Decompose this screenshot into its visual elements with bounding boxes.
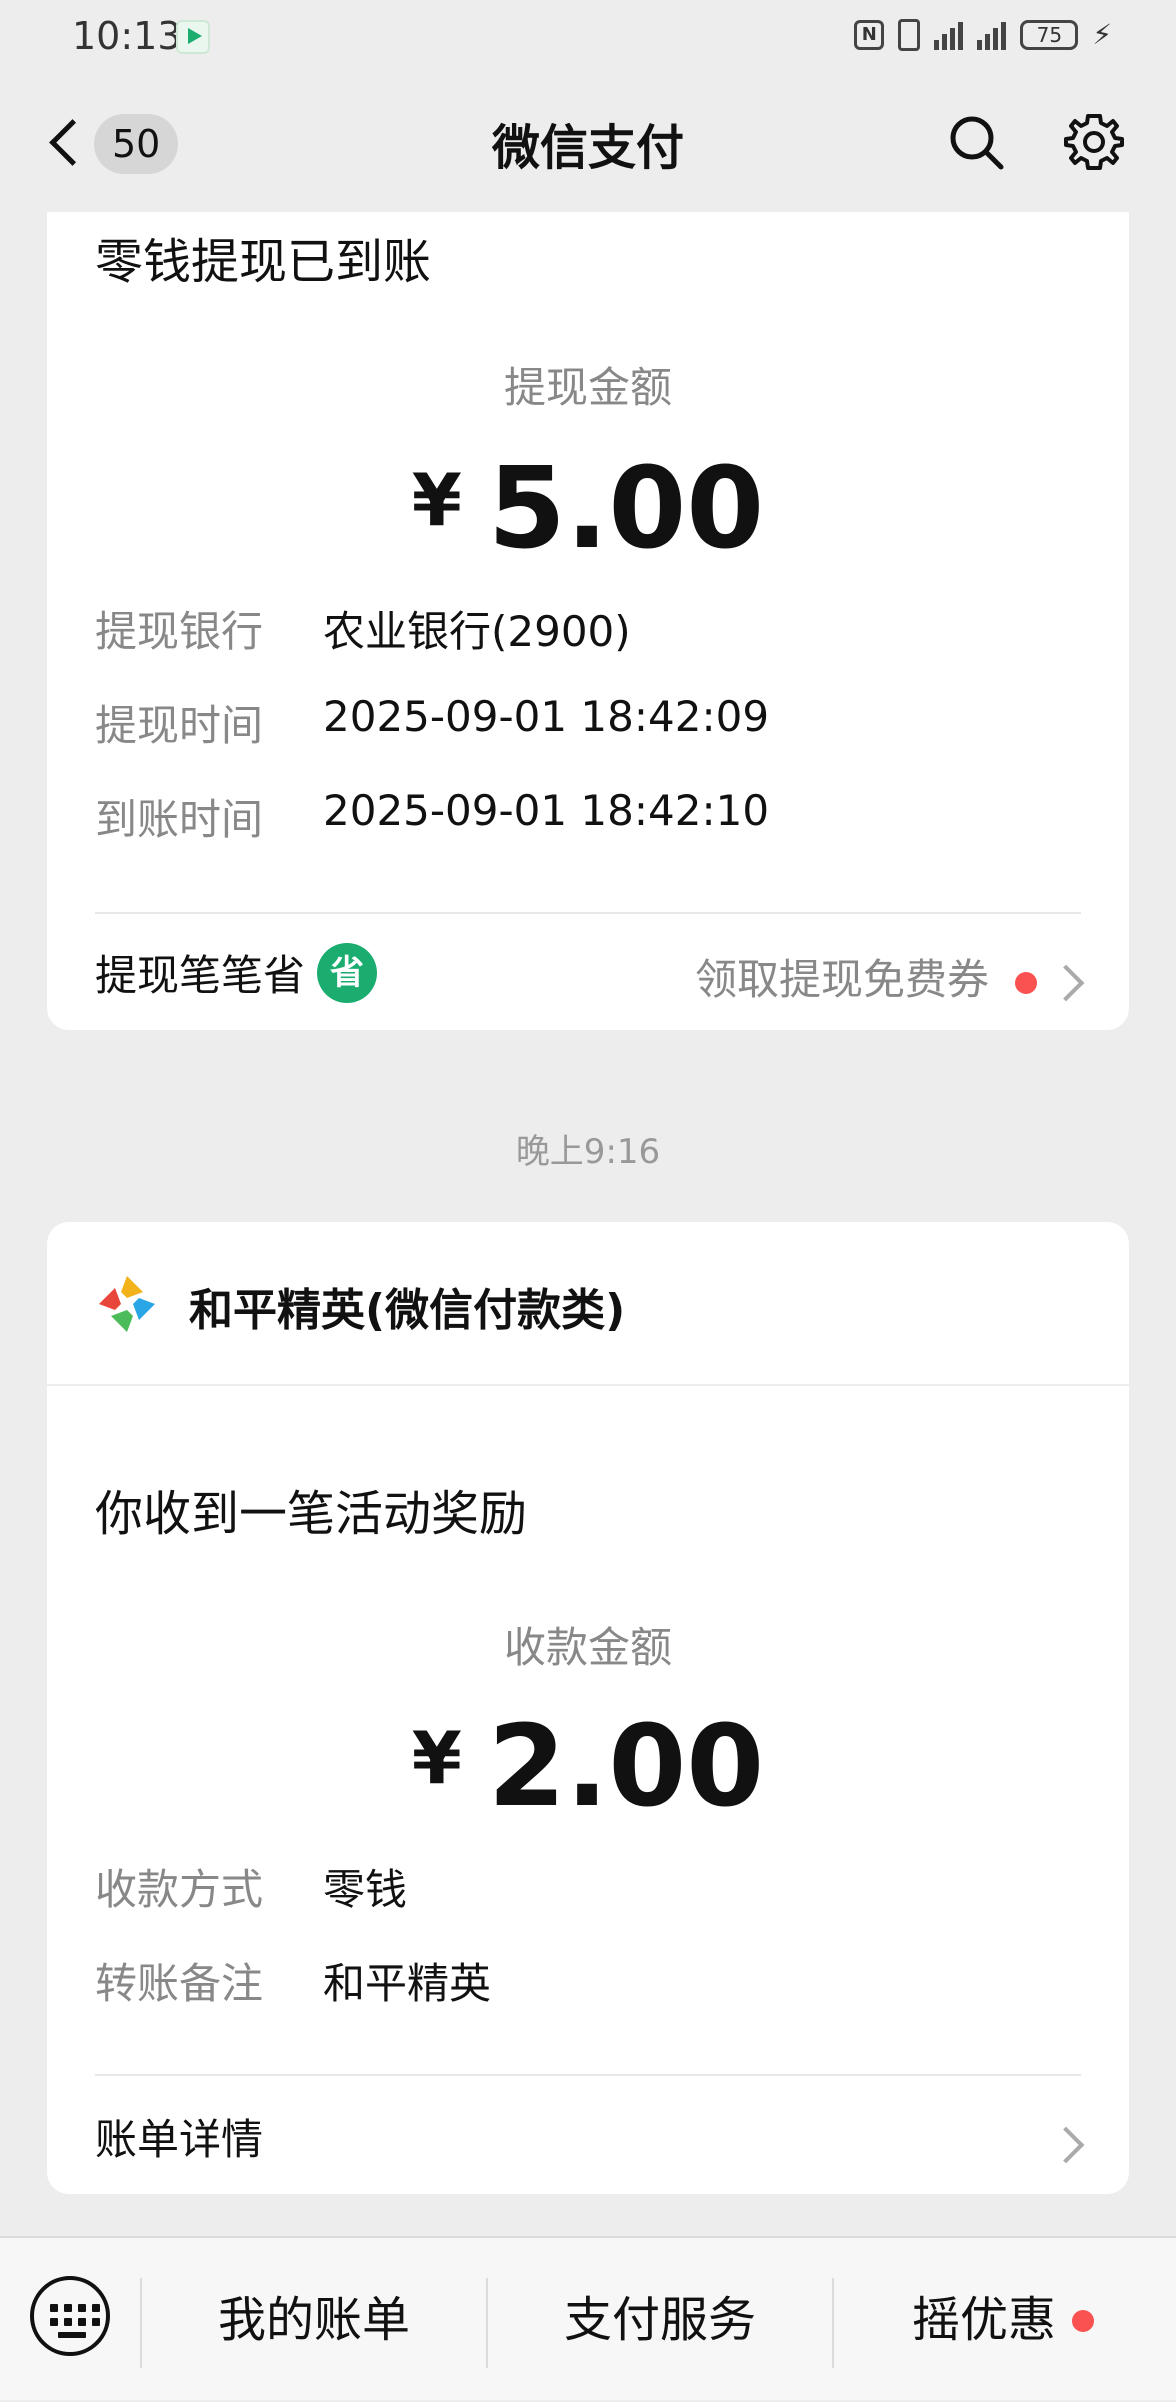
divider <box>95 912 1081 914</box>
charging-icon: ⚡ <box>1092 18 1112 51</box>
free-coupon-link[interactable]: 领取提现免费券 <box>695 946 989 1007</box>
bill-details-link[interactable]: 账单详情 <box>95 2106 263 2167</box>
fee-saving-label: 提现笔笔省 <box>95 951 306 1000</box>
search-icon[interactable] <box>946 112 1006 172</box>
status-bar: 10:13 N 75 ⚡ <box>0 0 1176 72</box>
fee-saving-link[interactable]: 提现笔笔省 省 <box>95 942 378 1003</box>
withdraw-time-value: 2025-09-01 18:42:09 <box>323 692 770 741</box>
withdraw-amount-label: 提现金额 <box>503 363 672 412</box>
receive-amount: ¥2.00 <box>47 1702 1129 1832</box>
bottom-menu-bar: 我的账单 支付服务 摇优惠 <box>0 2236 1176 2400</box>
status-time: 10:13 <box>72 14 182 58</box>
divider <box>95 2074 1081 2076</box>
app-notification-icon <box>176 20 210 54</box>
receive-method-value: 零钱 <box>323 1865 408 1914</box>
bank-label: 提现银行 <box>95 607 264 656</box>
withdraw-amount: ¥5.00 <box>47 444 1129 574</box>
arrival-time-value: 2025-09-01 18:42:10 <box>323 786 770 835</box>
nfc-icon: N <box>854 19 885 50</box>
currency-symbol: ¥ <box>411 458 462 542</box>
withdraw-title: 零钱提现已到账 <box>95 234 432 290</box>
receive-method-label: 收款方式 <box>95 1865 264 1914</box>
signal-4g-icon <box>977 20 1007 50</box>
tab-my-bills[interactable]: 我的账单 <box>142 2238 486 2402</box>
bank-value: 农业银行(2900) <box>323 607 631 656</box>
withdraw-card: 零钱提现已到账 提现金额 ¥5.00 提现银行 农业银行(2900) 提现时间 … <box>47 212 1129 1030</box>
merchant-logo-icon <box>99 1276 155 1332</box>
signal-5g-icon <box>934 20 964 50</box>
battery-icon: 75 <box>1020 19 1079 50</box>
nav-bar: 50 微信支付 <box>0 72 1176 212</box>
withdraw-amount-value: 5.00 <box>487 444 765 574</box>
notification-dot <box>1072 2310 1094 2332</box>
keyboard-icon[interactable] <box>30 2276 110 2356</box>
transfer-note-value: 和平精英 <box>323 1959 492 2008</box>
reward-title: 你收到一笔活动奖励 <box>95 1486 528 1542</box>
merchant-name: 和平精英(微信付款类) <box>189 1285 626 1336</box>
receive-amount-label: 收款金额 <box>503 1623 672 1672</box>
reward-card: 和平精英(微信付款类) 你收到一笔活动奖励 收款金额 ¥2.00 收款方式 零钱… <box>47 1222 1129 2194</box>
chevron-right-icon[interactable] <box>1047 2126 1085 2164</box>
time-separator: 晚上9:16 <box>515 1132 661 1172</box>
vibrate-icon <box>898 18 921 51</box>
chevron-right-icon[interactable] <box>1047 964 1085 1002</box>
transfer-note-label: 转账备注 <box>95 1959 264 2008</box>
saving-badge-icon: 省 <box>317 942 378 1003</box>
arrival-time-label: 到账时间 <box>95 795 264 844</box>
settings-gear-icon[interactable] <box>1062 110 1126 174</box>
receive-amount-value: 2.00 <box>487 1702 765 1832</box>
notification-dot <box>1015 972 1037 994</box>
status-indicators: N 75 ⚡ <box>854 18 1112 51</box>
currency-symbol: ¥ <box>411 1716 462 1800</box>
tab-payment-services[interactable]: 支付服务 <box>488 2238 832 2402</box>
bill-details-label: 账单详情 <box>95 2115 264 2164</box>
withdraw-time-label: 提现时间 <box>95 701 264 750</box>
merchant-row[interactable]: 和平精英(微信付款类) <box>47 1222 1129 1386</box>
